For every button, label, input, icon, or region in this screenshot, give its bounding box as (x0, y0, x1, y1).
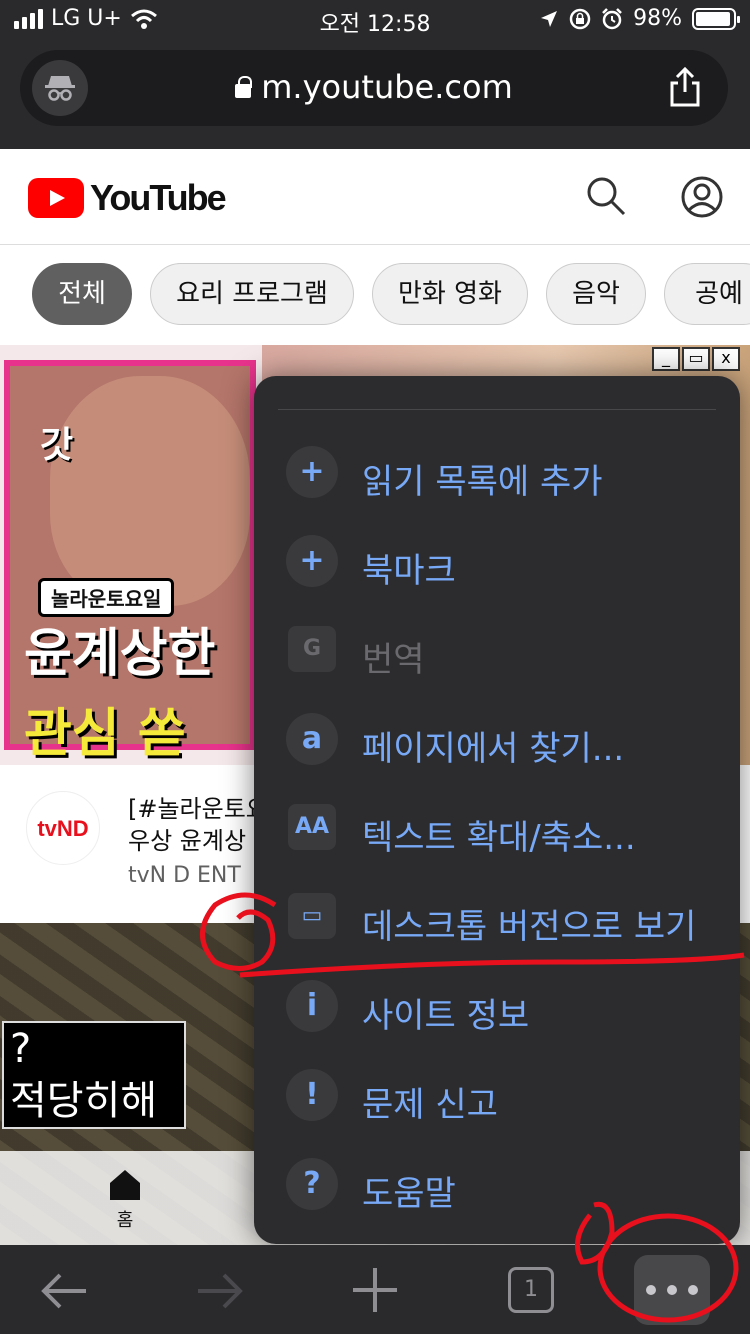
lock-icon (235, 76, 253, 98)
menu-item-label: 북마크 (362, 551, 456, 591)
thumbnail-logo: 갓 (40, 425, 74, 466)
help-icon: ? (286, 1158, 338, 1210)
menu-item-label: 텍스트 확대/축소... (362, 818, 636, 858)
menu-divider (278, 409, 716, 410)
status-bar: LG U+ 오전 12:58 98% (0, 0, 750, 40)
report-issue-icon: ! (286, 1069, 338, 1121)
more-dot (646, 1285, 656, 1295)
desktop-site-icon: ▭ (288, 893, 336, 939)
browser-menu: + 읽기 목록에 추가 + 북마크 G 번역 a 페이지에서 찾기... AA … (254, 376, 740, 1244)
more-dot (667, 1285, 677, 1295)
rotation-lock-icon (569, 8, 591, 29)
browser-toolbar: 1 (0, 1245, 750, 1334)
bookmark-star-icon: + (286, 535, 338, 587)
chip-animation[interactable]: 만화 영화 (372, 263, 528, 325)
video-title-line-2: 우상 윤계상 (128, 827, 247, 855)
youtube-wordmark: YouTube (90, 177, 227, 218)
thumbnail-window-buttons: _ ▭ x (652, 347, 740, 371)
new-tab-icon[interactable] (350, 1265, 400, 1315)
nav-home-label: 홈 (116, 1210, 134, 1231)
menu-item-bookmark[interactable]: + 북마크 (254, 523, 740, 603)
find-in-page-icon: a (286, 713, 338, 765)
channel-name: tvN D ENT (128, 863, 241, 888)
thumbnail-headline-1: 윤계상한 (24, 624, 216, 684)
tab-switcher-button[interactable]: 1 (508, 1267, 554, 1313)
site-info-icon: i (286, 980, 338, 1032)
menu-item-report-issue[interactable]: ! 문제 신고 (254, 1057, 740, 1137)
nav-home[interactable]: 홈 (100, 1167, 150, 1232)
url-text-wrapper[interactable]: m.youtube.com (20, 68, 728, 106)
maximize-glyph: ▭ (682, 347, 710, 371)
menu-item-label: 문제 신고 (362, 1085, 498, 1125)
reading-list-add-icon: + (286, 446, 338, 498)
menu-item-label: 사이트 정보 (362, 996, 530, 1036)
menu-item-reading-list[interactable]: + 읽기 목록에 추가 (254, 434, 740, 514)
battery-percent: 98% (633, 6, 682, 31)
minimize-glyph: _ (652, 347, 680, 371)
caption-line-1: ? (10, 1026, 32, 1072)
menu-item-text-zoom[interactable]: AA 텍스트 확대/축소... (254, 790, 740, 870)
more-dot (688, 1285, 698, 1295)
chip-music[interactable]: 음악 (546, 263, 646, 325)
alarm-icon (602, 7, 622, 29)
more-menu-button[interactable] (634, 1255, 710, 1325)
menu-item-translate[interactable]: G 번역 (254, 612, 740, 692)
back-icon[interactable] (38, 1269, 90, 1313)
address-bar[interactable]: m.youtube.com (20, 50, 728, 126)
category-chips: 전체 요리 프로그램 만화 영화 음악 공예 (0, 245, 750, 345)
text-zoom-icon: AA (288, 804, 336, 850)
menu-item-label: 읽기 목록에 추가 (362, 462, 603, 502)
channel-avatar[interactable]: tvND (26, 791, 100, 865)
menu-item-find-in-page[interactable]: a 페이지에서 찾기... (254, 701, 740, 781)
menu-item-site-info[interactable]: i 사이트 정보 (254, 968, 740, 1048)
forward-icon[interactable] (194, 1269, 246, 1313)
account-icon[interactable] (680, 175, 724, 219)
menu-item-desktop-site[interactable]: ▭ 데스크톱 버전으로 보기 (254, 879, 740, 959)
caption-line-2: 적당히해 (10, 1078, 158, 1124)
menu-item-label: 페이지에서 찾기... (362, 729, 625, 769)
youtube-header: YouTube (0, 149, 750, 245)
home-icon (110, 1170, 140, 1200)
thumbnail-headline-2: 관심 쏟 (24, 704, 186, 764)
menu-item-help[interactable]: ? 도움말 (254, 1146, 740, 1226)
youtube-play-icon (28, 178, 84, 218)
translate-icon: G (288, 626, 336, 672)
share-icon[interactable] (668, 66, 702, 108)
chip-all[interactable]: 전체 (32, 263, 132, 325)
thumbnail-frame: 갓 놀라운토요일 윤계상한 관심 쏟 (4, 360, 256, 764)
youtube-logo[interactable]: YouTube (28, 177, 227, 219)
chip-crafts[interactable]: 공예 (664, 263, 750, 325)
menu-item-label: 번역 (362, 640, 425, 680)
battery-icon (692, 7, 740, 30)
chip-cooking[interactable]: 요리 프로그램 (150, 263, 354, 325)
menu-item-label: 데스크톱 버전으로 보기 (362, 907, 697, 947)
video-title-line-1: [#놀라운토요 (128, 795, 258, 823)
thumbnail-person (50, 376, 250, 606)
close-glyph: x (712, 347, 740, 371)
video-title[interactable]: [#놀라운토요 우상 윤계상 (128, 793, 258, 857)
menu-item-label: 도움말 (362, 1174, 456, 1214)
url-text: m.youtube.com (261, 68, 513, 106)
search-icon[interactable] (585, 175, 627, 217)
location-icon (541, 10, 558, 27)
thumbnail-caption-box: ? 적당히해 (2, 1021, 186, 1129)
